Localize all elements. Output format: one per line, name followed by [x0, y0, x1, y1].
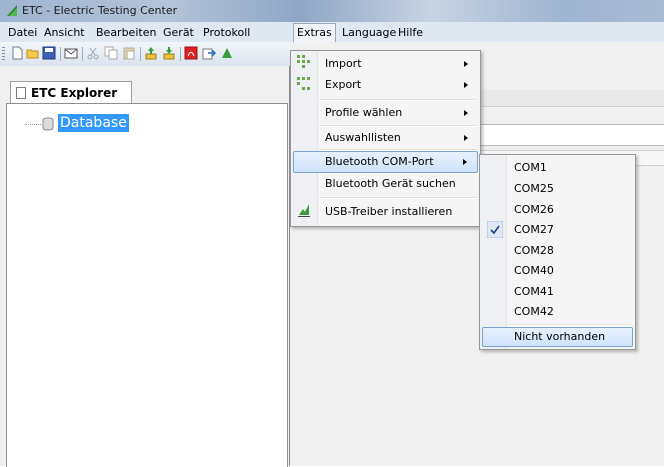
com-port-item-nicht-vorhanden[interactable]: Nicht vorhanden	[482, 327, 633, 347]
menu-ansicht[interactable]: Ansicht	[41, 25, 88, 40]
download-icon[interactable]	[162, 46, 176, 60]
com-port-label: COM26	[514, 203, 554, 216]
tab-etc-explorer[interactable]: ETC Explorer	[10, 81, 132, 104]
tree-item-database[interactable]: Database	[58, 114, 129, 132]
submenu-arrow-icon	[464, 135, 468, 141]
bluetooth-com-port-submenu: COM1 COM25 COM26 COM27 COM28 COM40 COM41…	[479, 154, 636, 350]
menu-item-label: Import	[325, 57, 362, 70]
paste-icon[interactable]	[122, 46, 136, 60]
menu-separator	[319, 99, 477, 101]
com-port-label: COM40	[514, 264, 554, 277]
window-title-bar[interactable]: ETC - Electric Testing Center	[0, 0, 664, 22]
menu-item-import[interactable]: Import	[293, 53, 478, 75]
save-icon[interactable]	[42, 46, 56, 60]
com-port-item-checked[interactable]: COM27	[482, 220, 633, 240]
menu-item-label: Export	[325, 78, 362, 91]
menu-item-label: Bluetooth COM-Port	[325, 155, 434, 168]
checkmark-icon	[487, 221, 503, 238]
pdf-icon[interactable]	[184, 46, 198, 60]
menu-extras[interactable]: Extras	[293, 23, 336, 42]
open-folder-icon[interactable]	[26, 46, 40, 60]
upload-icon[interactable]	[144, 46, 158, 60]
menu-item-export[interactable]: Export	[293, 74, 478, 96]
explorer-tree	[6, 103, 288, 467]
com-port-label: Nicht vorhanden	[514, 330, 606, 343]
copy-icon[interactable]	[104, 46, 118, 60]
toolbar-separator	[82, 47, 83, 61]
menu-item-bluetooth-geraet-suchen[interactable]: Bluetooth Gerät suchen	[293, 173, 478, 195]
menu-separator	[508, 324, 632, 326]
com-port-item[interactable]: COM1	[482, 158, 633, 178]
toolbar	[0, 42, 290, 66]
toolbar-partial-icon[interactable]	[220, 46, 234, 60]
com-port-label: COM42	[514, 305, 554, 318]
com-port-item[interactable]: COM42	[482, 302, 633, 322]
export-icon[interactable]	[202, 46, 216, 60]
content-field[interactable]	[475, 124, 664, 146]
extras-menu: Import Export Profile wählen Auswahllist…	[290, 50, 481, 227]
toolbar-grip[interactable]	[2, 47, 5, 61]
menu-item-profile-waehlen[interactable]: Profile wählen	[293, 102, 478, 124]
menu-bar: Datei Ansicht Bearbeiten Gerät Protokoll…	[0, 22, 664, 43]
com-port-item[interactable]: COM41	[482, 282, 633, 302]
menu-item-label: Auswahllisten	[325, 131, 401, 144]
submenu-arrow-icon	[464, 61, 468, 67]
menu-hilfe[interactable]: Hilfe	[395, 25, 426, 40]
menu-bearbeiten[interactable]: Bearbeiten	[93, 25, 159, 40]
com-port-label: COM1	[514, 161, 547, 174]
menu-geraet[interactable]: Gerät	[160, 25, 197, 40]
com-port-label: COM27	[514, 223, 554, 236]
menu-item-auswahllisten[interactable]: Auswahllisten	[293, 127, 478, 149]
menu-item-label: Profile wählen	[325, 106, 403, 119]
toolbar-separator	[140, 47, 141, 61]
explorer-tab-label: ETC Explorer	[31, 86, 118, 100]
submenu-arrow-icon	[464, 110, 468, 116]
com-port-label: COM25	[514, 182, 554, 195]
submenu-arrow-icon	[463, 159, 467, 165]
new-icon[interactable]	[10, 46, 24, 60]
menu-item-bluetooth-com-port[interactable]: Bluetooth COM-Port	[293, 151, 478, 173]
menu-protokoll[interactable]: Protokoll	[200, 25, 253, 40]
window-title: ETC - Electric Testing Center	[22, 4, 178, 17]
com-port-item[interactable]: COM25	[482, 179, 633, 199]
menu-datei[interactable]: Datei	[5, 25, 40, 40]
com-port-label: COM28	[514, 244, 554, 257]
menu-item-label: Bluetooth Gerät suchen	[325, 177, 456, 190]
menu-item-usb-treiber-installieren[interactable]: USB-Treiber installieren	[293, 201, 478, 223]
toolbar-separator	[180, 47, 181, 61]
app-logo-icon	[7, 5, 17, 16]
com-port-item[interactable]: COM28	[482, 241, 633, 261]
toolbar-separator	[60, 47, 61, 61]
document-icon	[16, 87, 26, 99]
email-icon[interactable]	[64, 46, 78, 60]
tree-connector	[25, 124, 41, 125]
com-port-label: COM41	[514, 285, 554, 298]
com-port-item[interactable]: COM26	[482, 200, 633, 220]
cut-icon[interactable]	[86, 46, 100, 60]
com-port-item[interactable]: COM40	[482, 261, 633, 281]
menu-language[interactable]: Language	[339, 25, 399, 40]
database-icon	[42, 117, 54, 131]
menu-item-label: USB-Treiber installieren	[325, 205, 453, 218]
submenu-arrow-icon	[464, 82, 468, 88]
menu-separator	[319, 197, 477, 199]
